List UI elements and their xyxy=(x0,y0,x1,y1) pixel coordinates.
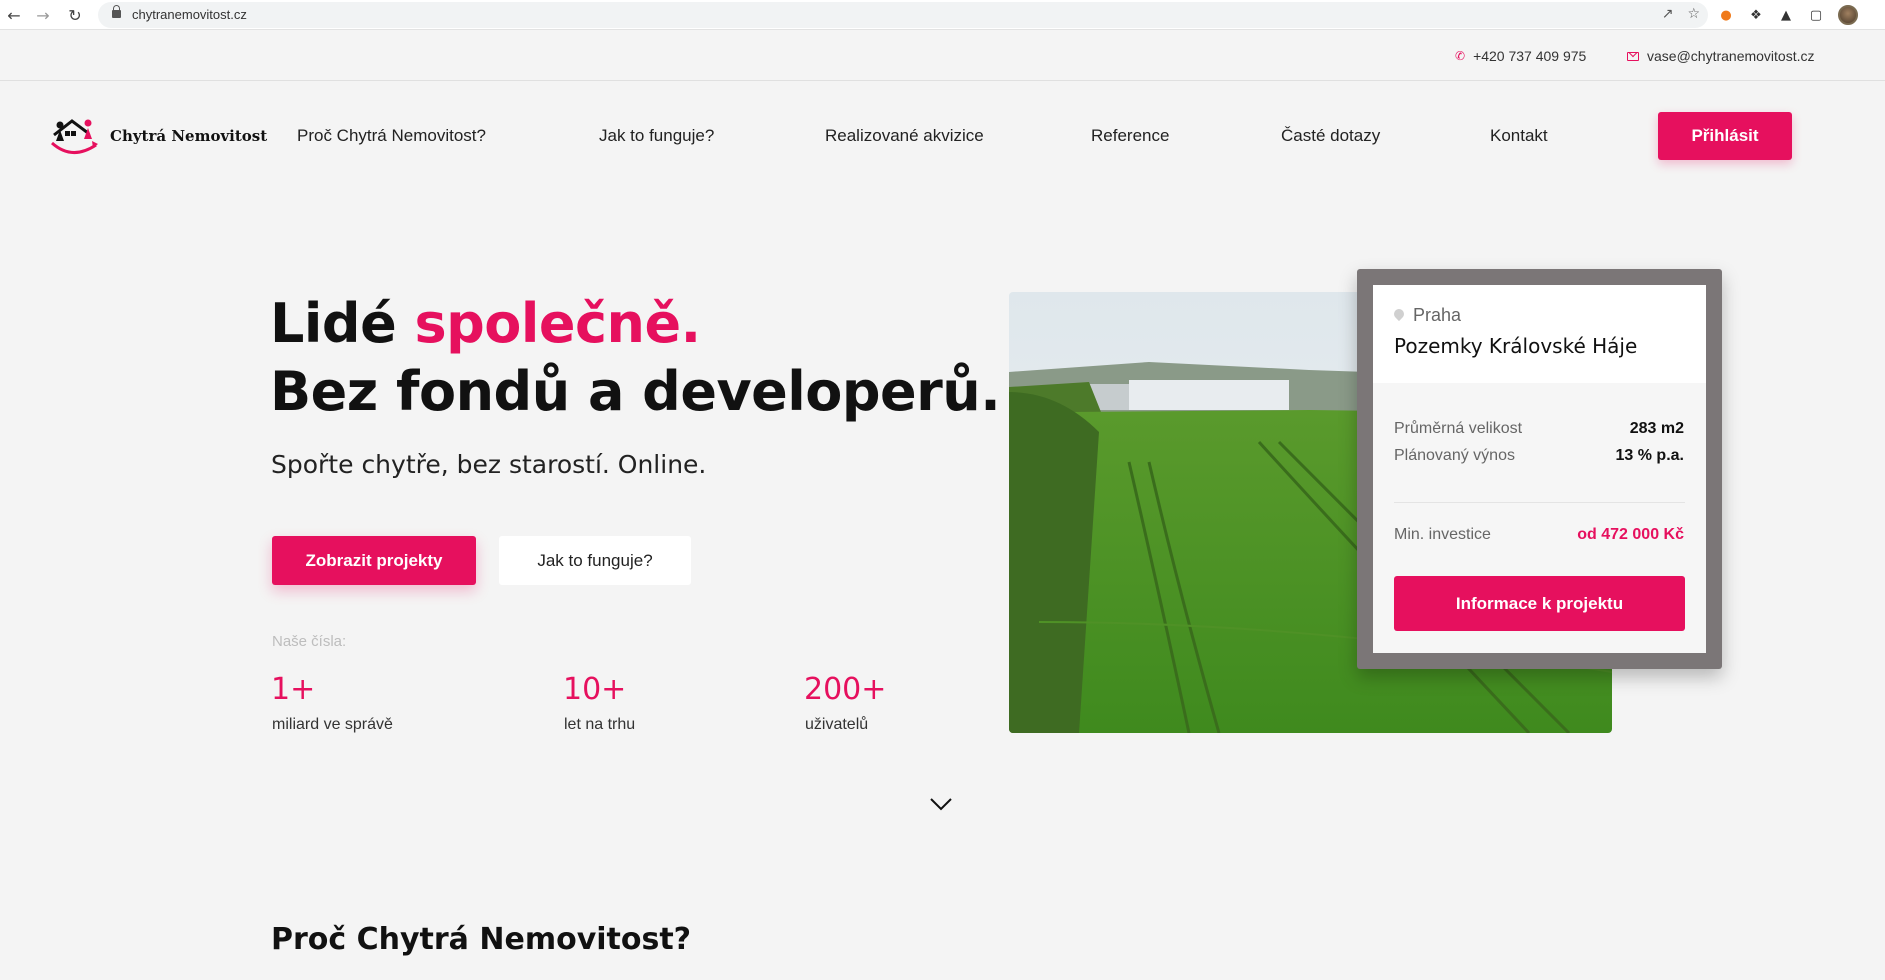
min-investment-label: Min. investice xyxy=(1394,526,1491,543)
share-icon[interactable]: ↗ xyxy=(1662,6,1674,22)
phone-text: +420 737 409 975 xyxy=(1473,48,1587,64)
contact-email[interactable]: vase@chytranemovitost.cz xyxy=(1627,48,1815,64)
hero-subtitle: Spořte chytře, bez starostí. Online. xyxy=(271,450,707,479)
site-logo[interactable]: Chytrá Nemovitost xyxy=(48,115,267,157)
nav-how-it-works[interactable]: Jak to funguje? xyxy=(599,126,714,146)
address-bar[interactable]: chytranemovitost.cz ↗ ☆ xyxy=(98,2,1708,28)
chevron-down-icon[interactable] xyxy=(929,792,953,816)
url-text[interactable]: chytranemovitost.cz xyxy=(132,7,247,22)
logo-house-icon xyxy=(50,119,98,154)
reload-icon[interactable]: ↻ xyxy=(64,4,86,26)
email-text: vase@chytranemovitost.cz xyxy=(1647,48,1815,64)
card-divider xyxy=(1394,502,1685,503)
nav-acquisitions[interactable]: Realizované akvizice xyxy=(825,126,984,146)
stat-value: 200+ xyxy=(804,672,887,707)
mail-icon xyxy=(1627,51,1639,61)
profile-avatar[interactable] xyxy=(1838,5,1858,25)
show-projects-button[interactable]: Zobrazit projekty xyxy=(272,536,476,585)
hero-title-line2: Bez fondů a developerů. xyxy=(270,360,1001,423)
extensions-puzzle-icon[interactable]: ❖ xyxy=(1748,7,1764,23)
stat-caption: let na trhu xyxy=(564,716,636,733)
phone-icon: ✆ xyxy=(1455,49,1466,63)
nav-references[interactable]: Reference xyxy=(1091,126,1169,146)
logo-text: Chytrá Nemovitost xyxy=(110,127,268,145)
lock-icon xyxy=(112,5,121,18)
nav-contact[interactable]: Kontakt xyxy=(1490,126,1548,146)
min-investment-value: od 472 000 Kč xyxy=(1577,526,1684,543)
avg-size-value: 283 m2 xyxy=(1629,420,1684,437)
hero-title: Lidé společně. Bez fondů a developerů. xyxy=(270,290,1001,426)
contact-bar: ✆ +420 737 409 975 vase@chytranemovitost… xyxy=(0,30,1885,81)
location-pin-icon xyxy=(1391,306,1407,322)
project-info-button[interactable]: Informace k projektu xyxy=(1394,576,1685,631)
planned-yield-label: Plánovaný výnos xyxy=(1394,447,1515,464)
stat-value: 10+ xyxy=(563,672,627,707)
stat-caption: miliard ve správě xyxy=(272,716,393,733)
nav-faq[interactable]: Časté dotazy xyxy=(1281,126,1380,146)
avg-size-label: Průměrná velikost xyxy=(1394,420,1523,437)
section-title: Proč Chytrá Nemovitost? xyxy=(271,922,692,957)
project-card-header: Praha Pozemky Královské Háje xyxy=(1373,285,1706,383)
back-icon[interactable]: ← xyxy=(3,4,25,26)
forward-icon[interactable]: → xyxy=(32,4,54,26)
bookmark-star-icon[interactable]: ☆ xyxy=(1687,6,1700,22)
stats-label: Naše čísla: xyxy=(272,633,347,650)
stat-caption: uživatelů xyxy=(805,716,869,733)
login-button[interactable]: Přihlásit xyxy=(1658,112,1792,160)
planned-yield-value: 13 % p.a. xyxy=(1615,447,1684,464)
contact-phone[interactable]: ✆ +420 737 409 975 xyxy=(1455,48,1586,64)
lab-flask-icon[interactable]: ▲ xyxy=(1778,7,1794,23)
side-panel-icon[interactable]: ▢ xyxy=(1808,7,1824,23)
hero-title-part1: Lidé xyxy=(270,292,415,355)
hero-title-highlight: společně. xyxy=(414,292,702,355)
extension-search-icon[interactable]: ● xyxy=(1718,7,1734,23)
nav-why[interactable]: Proč Chytrá Nemovitost? xyxy=(297,126,486,146)
how-it-works-button[interactable]: Jak to funguje? xyxy=(499,536,691,585)
browser-toolbar: ← → ↻ chytranemovitost.cz ↗ ☆ ● ❖ ▲ ▢ xyxy=(0,0,1885,30)
project-card: Praha Pozemky Královské Háje Průměrná ve… xyxy=(1373,285,1706,653)
project-city: Praha xyxy=(1413,305,1462,325)
project-name: Pozemky Královské Háje xyxy=(1394,334,1638,358)
stat-value: 1+ xyxy=(271,672,316,707)
